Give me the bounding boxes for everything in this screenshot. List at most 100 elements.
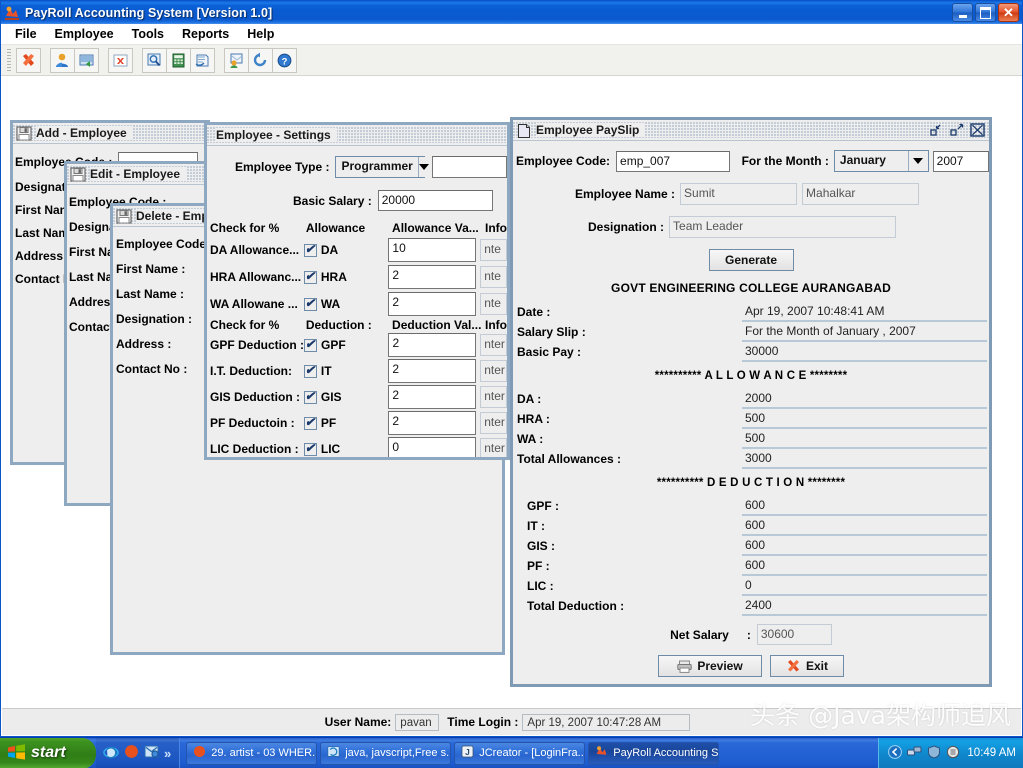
- deduction-checkbox-gpf[interactable]: GPF: [304, 338, 388, 352]
- payslip-row-value: 500: [742, 429, 987, 449]
- deduction-checkbox-pf[interactable]: PF: [304, 416, 389, 430]
- report-icon[interactable]: [190, 48, 215, 73]
- payslip-minimize-icon[interactable]: [930, 123, 945, 137]
- windows-logo-icon: [7, 743, 26, 764]
- payslip-row-label: Salary Slip :: [517, 325, 742, 339]
- payslip-titlebar[interactable]: Employee PaySlip: [513, 120, 989, 141]
- allowance-value-input-da[interactable]: 10: [388, 238, 476, 262]
- allowance-value-input-hra[interactable]: 2: [388, 265, 476, 289]
- exit-x-icon: [786, 659, 801, 673]
- allowance-checkbox-da[interactable]: DA: [304, 243, 389, 257]
- deduction-value-input-pf[interactable]: 2: [388, 411, 476, 435]
- minimize-button[interactable]: [952, 3, 973, 22]
- payslip-row-value: For the Month of January , 2007: [742, 322, 987, 342]
- refresh-icon[interactable]: [248, 48, 273, 73]
- deduction-row: GPF Deduction : GPF 2 nter: [207, 332, 507, 357]
- allowance-check-label: DA Allowance...: [210, 243, 304, 257]
- taskbar: start »: [0, 737, 1023, 768]
- network-icon[interactable]: [907, 745, 922, 762]
- antivirus-icon[interactable]: [946, 745, 960, 762]
- deduction-checkbox-gis[interactable]: GIS: [304, 390, 389, 404]
- taskbar-item-payroll[interactable]: PayRoll Accounting S...: [588, 742, 719, 765]
- allowance-checkbox-wa[interactable]: WA: [304, 297, 389, 311]
- deduction-info-gis: nter: [480, 386, 507, 408]
- start-button[interactable]: start: [0, 738, 96, 768]
- deduction-header-check: Check for %: [210, 318, 306, 332]
- payslip-first-name-input[interactable]: Sumit: [680, 183, 797, 205]
- payslip-code-input[interactable]: emp_007: [616, 151, 730, 172]
- menu-reports[interactable]: Reports: [174, 25, 237, 43]
- menu-file[interactable]: File: [7, 25, 45, 43]
- screen: PayRoll Accounting System [Version 1.0] …: [0, 0, 1023, 768]
- payslip-row-label: WA :: [517, 432, 742, 446]
- deduction-row: GIS Deduction : GIS 2 nter: [207, 383, 507, 409]
- payslip-designation-input[interactable]: Team Leader: [669, 216, 896, 238]
- taskbar-item-firefox[interactable]: 29. artist - 03 WHER...: [186, 742, 317, 765]
- payslip-maximize-icon[interactable]: [950, 123, 965, 137]
- deduction-checkbox-lic[interactable]: LIC: [304, 442, 389, 456]
- edit-employee-icon[interactable]: [74, 48, 99, 73]
- allowance-value-input-wa[interactable]: 2: [388, 292, 476, 316]
- payslip-row: Salary Slip : For the Month of January ,…: [513, 322, 989, 342]
- payslip-row-value: 0: [742, 576, 987, 596]
- deduction-value-input-gis[interactable]: 2: [388, 385, 476, 409]
- calculator-icon[interactable]: [166, 48, 191, 73]
- taskbar-item-label: 29. artist - 03 WHER...: [211, 747, 317, 759]
- add-employee-icon[interactable]: [50, 48, 75, 73]
- payslip-year-input[interactable]: 2007: [933, 151, 989, 172]
- payslip-row-label: GPF :: [517, 499, 742, 513]
- delete-employee-icon[interactable]: [108, 48, 133, 73]
- menu-help[interactable]: Help: [239, 25, 282, 43]
- outlook-icon[interactable]: [144, 744, 159, 762]
- show-hidden-icon[interactable]: [888, 745, 902, 762]
- close-red-x-icon[interactable]: [16, 48, 41, 73]
- payslip-month-combo[interactable]: January: [834, 150, 929, 172]
- window-employee-settings[interactable]: Employee - Settings Employee Type : Prog…: [204, 122, 510, 460]
- settings-user-icon[interactable]: [224, 48, 249, 73]
- firefox-icon[interactable]: [124, 744, 139, 762]
- payslip-row-value: 600: [742, 536, 987, 556]
- generate-button[interactable]: Generate: [709, 249, 794, 271]
- payslip-row: PF : 600: [513, 556, 989, 576]
- help-icon[interactable]: ?: [272, 48, 297, 73]
- menu-employee[interactable]: Employee: [47, 25, 122, 43]
- taskbar-item-ie[interactable]: java, javscript,Free s...: [320, 742, 451, 765]
- payslip-close-icon[interactable]: [970, 123, 985, 137]
- deduction-value-input-lic[interactable]: 0: [388, 437, 476, 457]
- chevron-more-icon[interactable]: »: [164, 746, 171, 761]
- chevron-down-icon[interactable]: [418, 157, 429, 177]
- payslip-row: HRA : 500: [513, 409, 989, 429]
- toolbar-grip[interactable]: [7, 49, 11, 71]
- exit-button[interactable]: Exit: [770, 655, 844, 677]
- window-employee-payslip[interactable]: Employee PaySlip: [510, 117, 992, 687]
- payslip-row-value: 2400: [742, 596, 987, 616]
- employee-type-extra-input[interactable]: [432, 156, 507, 178]
- close-button[interactable]: ✕: [998, 3, 1019, 22]
- employee-settings-titlebar[interactable]: Employee - Settings: [207, 125, 507, 146]
- add-employee-title: Add - Employee: [36, 126, 133, 140]
- taskbar-item-jcreator[interactable]: J JCreator - [LoginFra...: [454, 742, 585, 765]
- ie-icon: [327, 745, 340, 761]
- payslip-month-label: For the Month :: [742, 154, 829, 168]
- search-preview-icon[interactable]: [142, 48, 167, 73]
- edit-employee-title: Edit - Employee: [90, 167, 186, 181]
- maximize-button[interactable]: [975, 3, 996, 22]
- shield-icon[interactable]: [927, 745, 941, 762]
- payslip-last-name-input[interactable]: Mahalkar: [802, 183, 919, 205]
- add-employee-titlebar[interactable]: Add - Employee: [13, 123, 207, 144]
- menu-tools[interactable]: Tools: [124, 25, 172, 43]
- payslip-row: GIS : 600: [513, 536, 989, 556]
- deduction-value-input-it[interactable]: 2: [388, 359, 476, 383]
- deduction-info-gpf: nter: [480, 334, 507, 356]
- ie-icon[interactable]: [103, 744, 119, 763]
- allowance-checkbox-hra[interactable]: HRA: [304, 270, 389, 284]
- deduction-value-input-gpf[interactable]: 2: [388, 333, 476, 357]
- preview-button[interactable]: Preview: [658, 655, 762, 677]
- deduction-checkbox-it[interactable]: IT: [304, 364, 389, 378]
- chevron-down-icon[interactable]: [908, 151, 928, 171]
- employee-type-combo[interactable]: Programmer: [335, 156, 425, 178]
- frame-icon: [70, 167, 86, 182]
- basic-salary-input[interactable]: 20000: [378, 190, 493, 211]
- payslip-row-label: LIC :: [517, 579, 742, 593]
- deduction-name: IT: [321, 364, 332, 378]
